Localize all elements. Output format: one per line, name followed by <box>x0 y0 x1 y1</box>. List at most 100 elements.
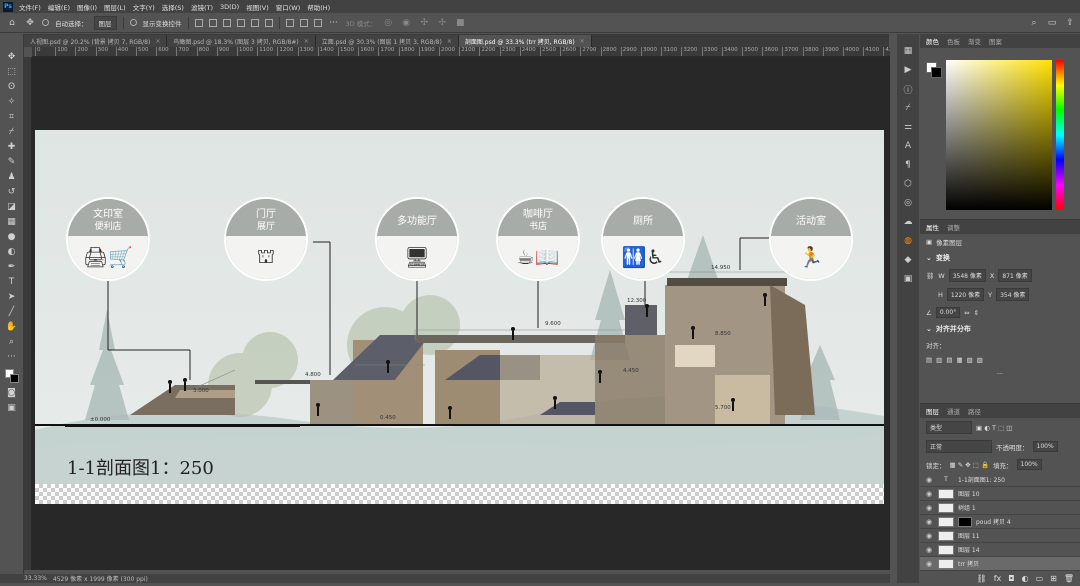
layer-row-selected[interactable]: ◉ trr 拷贝 <box>920 557 1080 571</box>
eye-icon[interactable]: ◉ <box>926 476 934 484</box>
menu-window[interactable]: 窗口(W) <box>276 2 301 12</box>
eraser-icon[interactable]: ◪ <box>4 200 20 213</box>
tab-paths[interactable]: 路径 <box>968 406 981 416</box>
more-icon[interactable]: ··· <box>328 17 340 29</box>
align-top-icon[interactable] <box>236 18 245 27</box>
menu-file[interactable]: 文件(F) <box>19 2 41 12</box>
align-left-icon[interactable]: ▤ <box>926 356 932 364</box>
layer-row[interactable]: ◉ 图层 10 <box>920 487 1080 501</box>
height-field[interactable]: 1220 像素 <box>946 288 985 301</box>
background-color[interactable] <box>9 374 19 383</box>
document-info[interactable]: 4529 像素 x 1999 像素 (300 ppi) <box>53 574 148 583</box>
eye-icon[interactable]: ◉ <box>926 504 934 512</box>
distribute-icon[interactable] <box>313 18 322 27</box>
history-icon[interactable]: ▦ <box>901 44 915 58</box>
menu-image[interactable]: 图像(I) <box>77 2 97 12</box>
layer-filter-dropdown[interactable]: 类型 <box>926 421 972 434</box>
search-icon[interactable]: ⌕ <box>1028 17 1040 29</box>
tab-swatches[interactable]: 色板 <box>947 36 960 46</box>
3d-camera-icon[interactable]: ■ <box>454 17 466 29</box>
align-right-icon[interactable]: ▤ <box>946 356 952 364</box>
zoom-level[interactable]: 33.33% <box>24 575 47 582</box>
x-field[interactable]: 871 像素 <box>998 269 1032 282</box>
align-section[interactable]: ⌄ 对齐并分布 <box>920 321 1080 337</box>
navigator-icon[interactable]: ◎ <box>901 196 915 210</box>
pen-tool-icon[interactable]: ✒ <box>4 260 20 273</box>
opacity-field[interactable]: 100% <box>1032 441 1058 452</box>
tab-document[interactable]: 人视图.psd @ 20.2% (背景 拷贝 7, RGB/8) × <box>24 35 168 47</box>
hand-tool-icon[interactable]: ✋ <box>4 320 20 333</box>
clone-source-icon[interactable]: ▣ <box>901 272 915 286</box>
flip-horizontal-icon[interactable]: ⇔ <box>964 309 969 317</box>
close-icon[interactable]: × <box>447 38 452 45</box>
hue-slider[interactable] <box>1056 60 1064 210</box>
align-center-icon[interactable]: ▥ <box>936 356 942 364</box>
adjust-icon[interactable]: ⚌ <box>901 120 915 134</box>
flip-vertical-icon[interactable]: ⇕ <box>974 309 979 317</box>
align-middle-icon[interactable] <box>250 18 259 27</box>
eye-icon[interactable]: ◉ <box>926 518 934 526</box>
fx-icon[interactable]: fx <box>994 574 1002 583</box>
dodge-tool-icon[interactable]: ◐ <box>4 245 20 258</box>
lasso-tool-icon[interactable]: ʘ <box>4 80 20 93</box>
home-icon[interactable]: ⌂ <box>6 17 18 29</box>
align-bottom-icon[interactable] <box>264 18 273 27</box>
align-left-icon[interactable] <box>194 18 203 27</box>
auto-select-dropdown[interactable]: 图层 <box>93 15 117 30</box>
path-select-icon[interactable]: ➤ <box>4 290 20 303</box>
tab-document[interactable]: 立面.psd @ 30.3% (图层 1 拷贝 3, RGB/8) × <box>315 35 459 47</box>
layer-row[interactable]: ◉ 树组 1 <box>920 501 1080 515</box>
section-drawing[interactable]: 3.000 ±0.000 4.800 9.600 12.300 8.850 4.… <box>35 130 884 504</box>
stamp-tool-icon[interactable]: ♟ <box>4 170 20 183</box>
lock-icons[interactable]: ▦ ✎ ✥ ⬚ 🔒 <box>950 461 990 469</box>
new-layer-icon[interactable]: ⊞ <box>1050 574 1057 583</box>
tab-channels[interactable]: 通道 <box>947 406 960 416</box>
layer-row[interactable]: ◉ 图层 11 <box>920 529 1080 543</box>
menu-help[interactable]: 帮助(H) <box>307 2 330 12</box>
gradient-tool-icon[interactable]: ▦ <box>4 215 20 228</box>
align-center-icon[interactable] <box>208 18 217 27</box>
marquee-tool-icon[interactable]: ⬚ <box>4 65 20 78</box>
layer-row[interactable]: ◉ T 1-1剖面图1: 250 <box>920 473 1080 487</box>
tab-document[interactable]: 鸟瞰图.psd @ 18.3% (图层 3 拷贝, RGB/8#) × <box>167 35 316 47</box>
share-icon[interactable]: ⇪ <box>1064 17 1076 29</box>
libraries-icon[interactable]: ☁ <box>901 215 915 229</box>
actions-icon[interactable]: ▶ <box>901 63 915 77</box>
color-swatches[interactable] <box>926 62 942 78</box>
distribute-icon[interactable] <box>285 18 294 27</box>
color-picker-field[interactable] <box>946 60 1052 210</box>
align-bottom-icon[interactable]: ▨ <box>977 356 983 364</box>
tab-properties[interactable]: 属性 <box>926 222 939 232</box>
trash-icon[interactable]: 🗑 <box>1064 574 1074 583</box>
tab-adjustments[interactable]: 调整 <box>947 222 960 232</box>
type-tool-icon[interactable]: T <box>4 275 20 288</box>
workspace-icon[interactable]: ▭ <box>1046 17 1058 29</box>
transform-controls-checkbox[interactable] <box>129 19 137 26</box>
menu-edit[interactable]: 编辑(E) <box>48 2 70 12</box>
link-icon[interactable]: ⛓ <box>926 272 934 280</box>
quick-mask-icon[interactable]: ◙ <box>4 386 20 399</box>
layer-row[interactable]: ◉ poud 拷贝 4 <box>920 515 1080 529</box>
cube-icon[interactable]: ◆ <box>901 253 915 267</box>
menu-select[interactable]: 选择(S) <box>162 2 184 12</box>
move-tool-icon[interactable]: ✥ <box>4 50 20 63</box>
add-mask-icon[interactable]: ◘ <box>1008 574 1014 583</box>
more-tools-icon[interactable]: ··· <box>4 350 20 363</box>
move-tool-icon[interactable]: ✥ <box>24 17 36 29</box>
tab-color[interactable]: 颜色 <box>926 36 939 46</box>
angle-field[interactable]: 0.00° <box>935 307 961 318</box>
tab-gradients[interactable]: 渐变 <box>968 36 981 46</box>
close-icon[interactable]: × <box>155 38 160 45</box>
crop-tool-icon[interactable]: ⌗ <box>4 110 20 123</box>
zoom-tool-icon[interactable]: ⌕ <box>4 335 20 348</box>
character-icon[interactable]: A <box>901 139 915 153</box>
menu-filter[interactable]: 滤镜(T) <box>191 2 213 12</box>
y-field[interactable]: 354 像素 <box>996 288 1030 301</box>
layer-row[interactable]: ◉ 图层 14 <box>920 543 1080 557</box>
history-brush-icon[interactable]: ↺ <box>4 185 20 198</box>
link-layers-icon[interactable]: ⛓ <box>977 574 987 583</box>
line-tool-icon[interactable]: ╱ <box>4 305 20 318</box>
background-color[interactable] <box>931 67 942 78</box>
menu-3d[interactable]: 3D(D) <box>220 3 239 11</box>
eye-icon[interactable]: ◉ <box>926 546 934 554</box>
